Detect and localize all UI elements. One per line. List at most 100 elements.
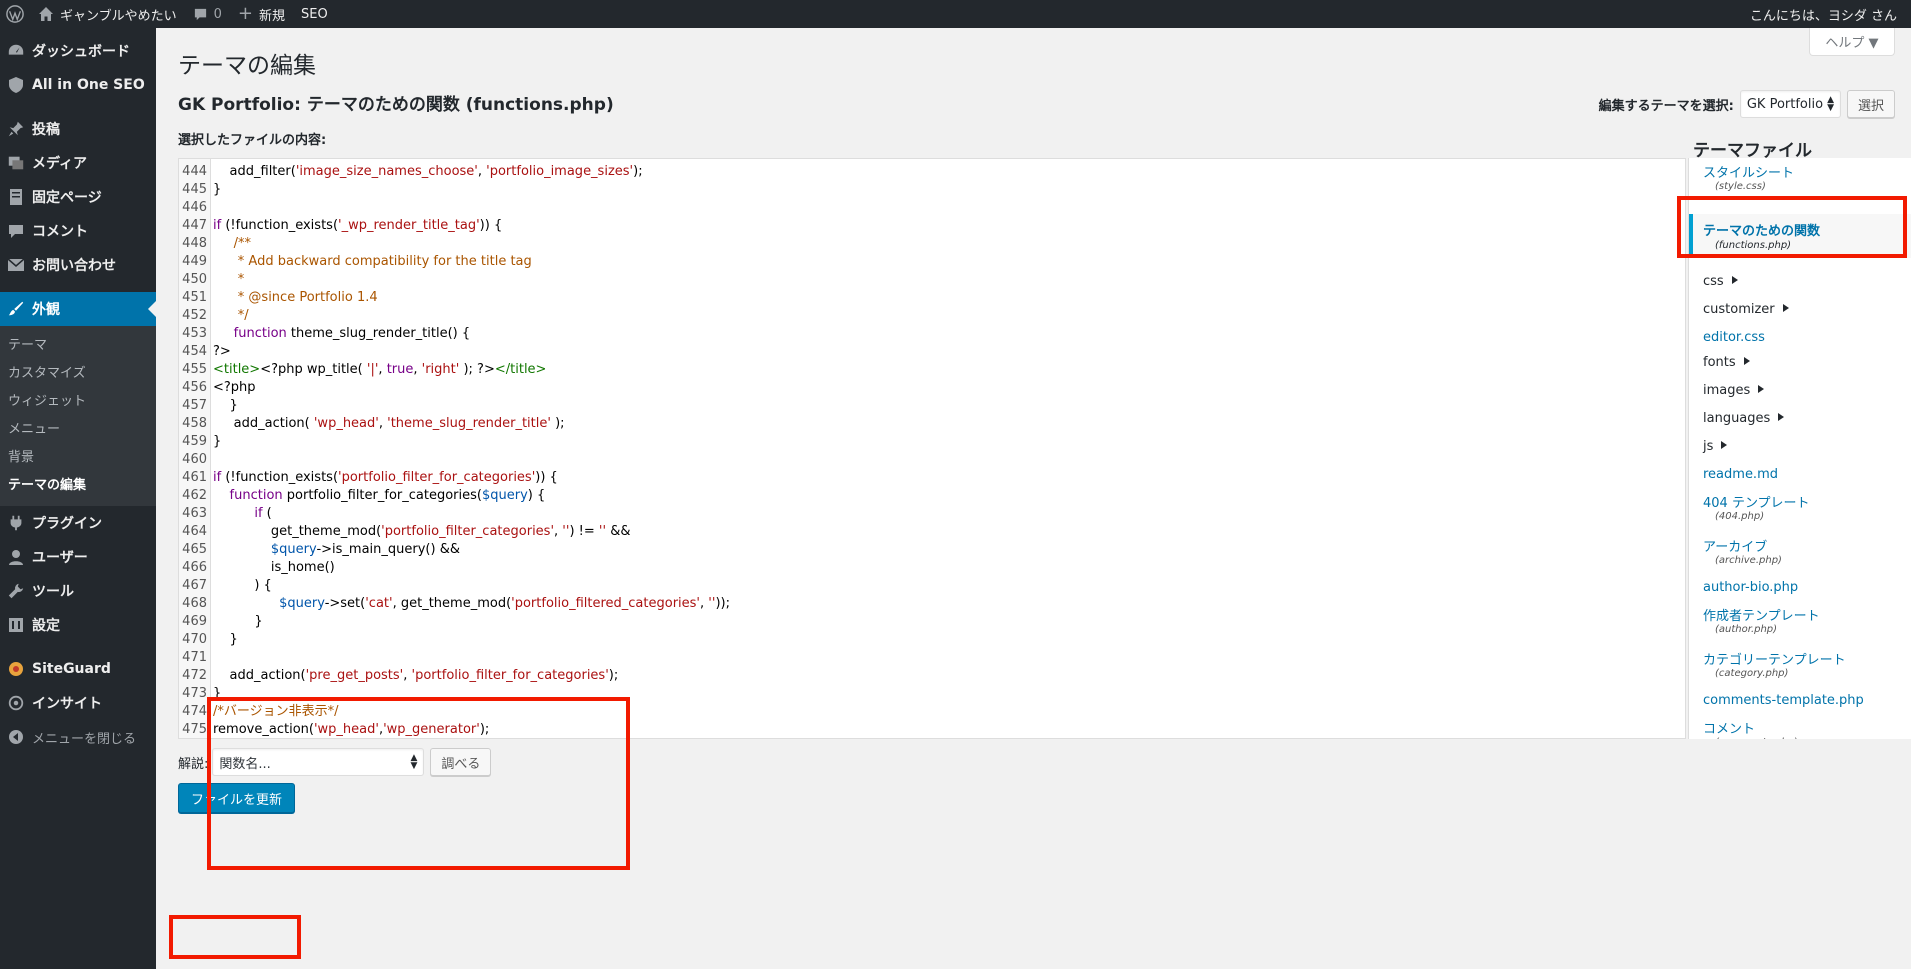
code-text: add_action( 'wp_head', 'theme_slug_rende… — [213, 416, 565, 431]
code-line: 463 if ( — [179, 505, 1685, 523]
file-item[interactable]: comments-template.php — [1703, 693, 1864, 708]
code-text: } — [213, 398, 238, 413]
submenu-theme-editor[interactable]: テーマの編集 — [0, 472, 156, 500]
new-content-link[interactable]: + 新規 — [230, 0, 293, 28]
file-item[interactable]: editor.css — [1703, 330, 1765, 345]
menu-contact[interactable]: お問い合わせ — [0, 248, 156, 282]
menu-users[interactable]: ユーザー — [0, 540, 156, 574]
insight-icon — [6, 693, 26, 713]
plus-icon: + — [237, 3, 253, 24]
expand-triangle-icon — [1778, 413, 1785, 421]
file-item[interactable]: 作成者テンプレート — [1703, 605, 1820, 624]
menu-all-in-one-seo[interactable]: All in One SEO — [0, 68, 156, 102]
code-line: 448 /** — [179, 235, 1685, 253]
code-text: add_action('pre_get_posts', 'portfolio_f… — [213, 668, 619, 683]
my-account-link[interactable]: こんにちは、ヨシダ さん — [1742, 0, 1911, 28]
menu-insight[interactable]: インサイト — [0, 686, 156, 720]
line-number: 472 — [182, 668, 207, 683]
wordpress-logo-icon[interactable] — [0, 0, 30, 28]
comments-link[interactable]: 0 — [185, 0, 230, 28]
file-item[interactable]: コメント — [1703, 718, 1755, 737]
file-item[interactable]: readme.md — [1703, 467, 1778, 482]
code-text: } — [213, 614, 263, 629]
code-line: 445} — [179, 181, 1685, 199]
menu-appearance[interactable]: 外観 — [0, 292, 156, 326]
code-line: 449 * Add backward compatibility for the… — [179, 253, 1685, 271]
line-number: 473 — [182, 686, 207, 701]
updown-arrow-icon: ▲ ▼ — [1827, 95, 1834, 113]
line-number: 455 — [182, 362, 207, 377]
update-file-button[interactable]: ファイルを更新 — [178, 783, 296, 813]
menu-tools[interactable]: ツール — [0, 574, 156, 608]
collapse-menu-button[interactable]: メニューを閉じる — [0, 720, 156, 754]
folder-item[interactable]: fonts — [1703, 355, 1750, 370]
expand-triangle-icon — [1731, 276, 1738, 284]
file-item[interactable]: author-bio.php — [1703, 580, 1798, 595]
documentation-label: 解説: — [178, 756, 209, 772]
menu-label: ダッシュボード — [32, 44, 130, 60]
folder-item[interactable]: customizer — [1703, 302, 1789, 317]
function-name-select[interactable]: 関数名... ▲ ▼ — [212, 748, 425, 776]
submenu-widgets[interactable]: ウィジェット — [0, 388, 156, 416]
code-line: 453 function theme_slug_render_title() { — [179, 325, 1685, 343]
file-item[interactable]: カテゴリーテンプレート — [1703, 649, 1846, 668]
mail-icon — [6, 255, 26, 275]
function-name-placeholder: 関数名... — [219, 756, 271, 772]
code-line: 471 — [179, 649, 1685, 667]
submenu-customize[interactable]: カスタマイズ — [0, 360, 156, 388]
menu-label: ユーザー — [32, 550, 88, 566]
folder-item[interactable]: css — [1703, 274, 1738, 289]
file-item-filename: (style.css) — [1715, 181, 1766, 192]
main-content: ヘルプ ▼ テーマの編集 GK Portfolio: テーマのための関数 (fu… — [156, 28, 1911, 969]
line-number: 467 — [182, 578, 207, 593]
code-editor[interactable]: 444 add_filter('image_size_names_choose'… — [178, 158, 1686, 739]
menu-comments[interactable]: コメント — [0, 214, 156, 248]
menu-settings[interactable]: 設定 — [0, 608, 156, 642]
select-theme-button[interactable]: 選択 — [1846, 90, 1895, 118]
code-line: 456 <?php — [179, 379, 1685, 397]
help-tab-button[interactable]: ヘルプ ▼ — [1809, 28, 1895, 56]
lookup-button[interactable]: 調べる — [430, 748, 492, 776]
menu-media[interactable]: メディア — [0, 146, 156, 180]
menu-label: SiteGuard — [32, 661, 111, 677]
theme-select-label: 編集するテーマを選択: — [1598, 98, 1734, 114]
media-icon — [6, 153, 26, 173]
menu-pages[interactable]: 固定ページ — [0, 180, 156, 214]
siteguard-icon — [6, 659, 26, 679]
file-item[interactable]: スタイルシート — [1703, 162, 1794, 181]
code-text: /** — [213, 236, 252, 251]
selected-theme: GK Portfolio — [1746, 96, 1824, 112]
code-line: 466 is_home() — [179, 559, 1685, 577]
folder-item[interactable]: languages — [1703, 411, 1785, 426]
menu-dashboard[interactable]: ダッシュボード — [0, 34, 156, 68]
code-line: 460 — [179, 451, 1685, 469]
folder-item[interactable]: js — [1703, 439, 1728, 454]
submenu-themes[interactable]: テーマ — [0, 332, 156, 360]
file-item[interactable]: 404 テンプレート — [1703, 492, 1810, 511]
shield-icon — [6, 75, 26, 95]
code-line: 444 add_filter('image_size_names_choose'… — [179, 163, 1685, 181]
file-item[interactable]: アーカイブ — [1703, 536, 1767, 555]
submenu-menus[interactable]: メニュー — [0, 416, 156, 444]
file-item-current[interactable]: テーマのための関数 (functions.php) — [1689, 214, 1911, 258]
menu-plugins[interactable]: プラグイン — [0, 506, 156, 540]
code-line: 457 } — [179, 397, 1685, 415]
menu-label: メニューを閉じる — [32, 731, 137, 747]
line-number: 446 — [182, 200, 207, 215]
seo-menu-link[interactable]: SEO — [293, 0, 336, 28]
line-number: 460 — [182, 452, 207, 467]
theme-select[interactable]: GK Portfolio ▲ ▼ — [1739, 90, 1841, 118]
code-line: 472 add_action('pre_get_posts', 'portfol… — [179, 667, 1685, 685]
code-line: 446 — [179, 199, 1685, 217]
site-name-link[interactable]: ギャンブルやめたい — [30, 0, 185, 28]
submenu-background[interactable]: 背景 — [0, 444, 156, 472]
code-text: if (!function_exists('portfolio_filter_f… — [213, 470, 558, 485]
collapse-arrow-icon — [6, 727, 26, 747]
file-contents-label: 選択したファイルの内容: — [178, 133, 327, 148]
menu-posts[interactable]: 投稿 — [0, 112, 156, 146]
code-text: } — [213, 434, 222, 449]
folder-item[interactable]: images — [1703, 383, 1765, 398]
line-number: 459 — [182, 434, 207, 449]
menu-siteguard[interactable]: SiteGuard — [0, 652, 156, 686]
menu-label: インサイト — [32, 696, 102, 712]
